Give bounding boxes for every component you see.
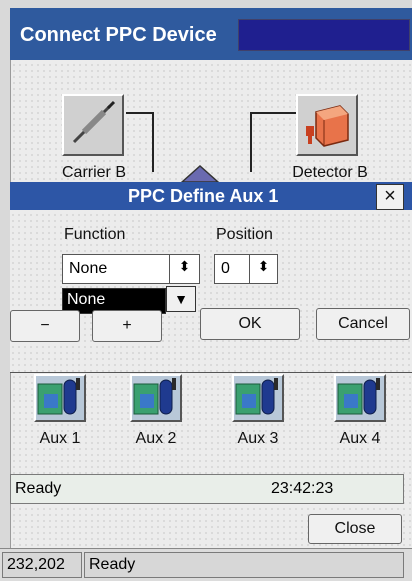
dropdown-option[interactable]: None	[67, 291, 105, 309]
bottom-status-bar: 232,202 Ready	[0, 548, 412, 581]
window-titlebar: Connect PPC Device	[10, 8, 412, 60]
window-title: Connect PPC Device	[20, 24, 217, 46]
cancel-button[interactable]: Cancel	[316, 308, 410, 340]
aux-device-button[interactable]	[130, 374, 182, 422]
carrier-label: Carrier B	[61, 164, 126, 181]
spin-updown-icon[interactable]: ⬍	[249, 255, 277, 283]
minus-button[interactable]: −	[10, 310, 80, 342]
status-text: Ready	[15, 480, 62, 497]
aux-device-icon	[133, 378, 176, 415]
aux-device-icon	[235, 378, 278, 415]
carrier-node[interactable]	[62, 94, 124, 156]
detector-icon	[306, 105, 349, 147]
detector-node[interactable]	[296, 94, 358, 156]
dialog-close-button[interactable]: ×	[376, 184, 404, 210]
titlebar-dark-area	[238, 19, 410, 51]
coords-readout: 232,202	[2, 552, 82, 578]
define-aux-dialog: PPC Define Aux 1 Function Position None …	[10, 182, 412, 373]
status-time: 23:42:23	[271, 480, 334, 497]
connector-line	[250, 112, 296, 114]
close-button[interactable]: Close	[308, 514, 402, 544]
status-row: Ready 23:42:23	[10, 474, 404, 504]
aux-device-button[interactable]	[334, 374, 386, 422]
spin-updown-icon[interactable]: ⬍	[169, 255, 199, 283]
detector-label: Detector B	[292, 164, 368, 181]
function-label: Function	[64, 226, 126, 243]
ok-button[interactable]: OK	[200, 308, 300, 340]
dialog-titlebar: PPC Define Aux 1	[10, 182, 412, 210]
dialog-title: PPC Define Aux 1	[128, 186, 279, 206]
aux-device-icon	[37, 378, 80, 415]
connector-line	[152, 112, 154, 172]
connector-line	[126, 112, 154, 114]
bottom-status-text: Ready	[84, 552, 404, 578]
position-stepper[interactable]: 0 ⬍	[214, 254, 278, 284]
aux-device-button[interactable]	[34, 374, 86, 422]
connector-line	[250, 112, 252, 172]
plus-button[interactable]: +	[92, 310, 162, 342]
aux-device-icon	[337, 378, 380, 415]
aux-device-button[interactable]	[232, 374, 284, 422]
aux-label: Aux 3	[237, 430, 279, 447]
aux-label: Aux 4	[339, 430, 381, 447]
aux-label: Aux 2	[135, 430, 177, 447]
function-select-value: None	[69, 260, 108, 277]
position-label: Position	[216, 226, 273, 243]
position-value: 0	[221, 260, 230, 277]
aux-label: Aux 1	[39, 430, 81, 447]
valve-icon	[180, 164, 220, 183]
pipette-icon	[72, 100, 116, 144]
chevron-down-icon[interactable]: ▼	[166, 286, 196, 312]
function-select[interactable]: None ⬍	[62, 254, 200, 284]
